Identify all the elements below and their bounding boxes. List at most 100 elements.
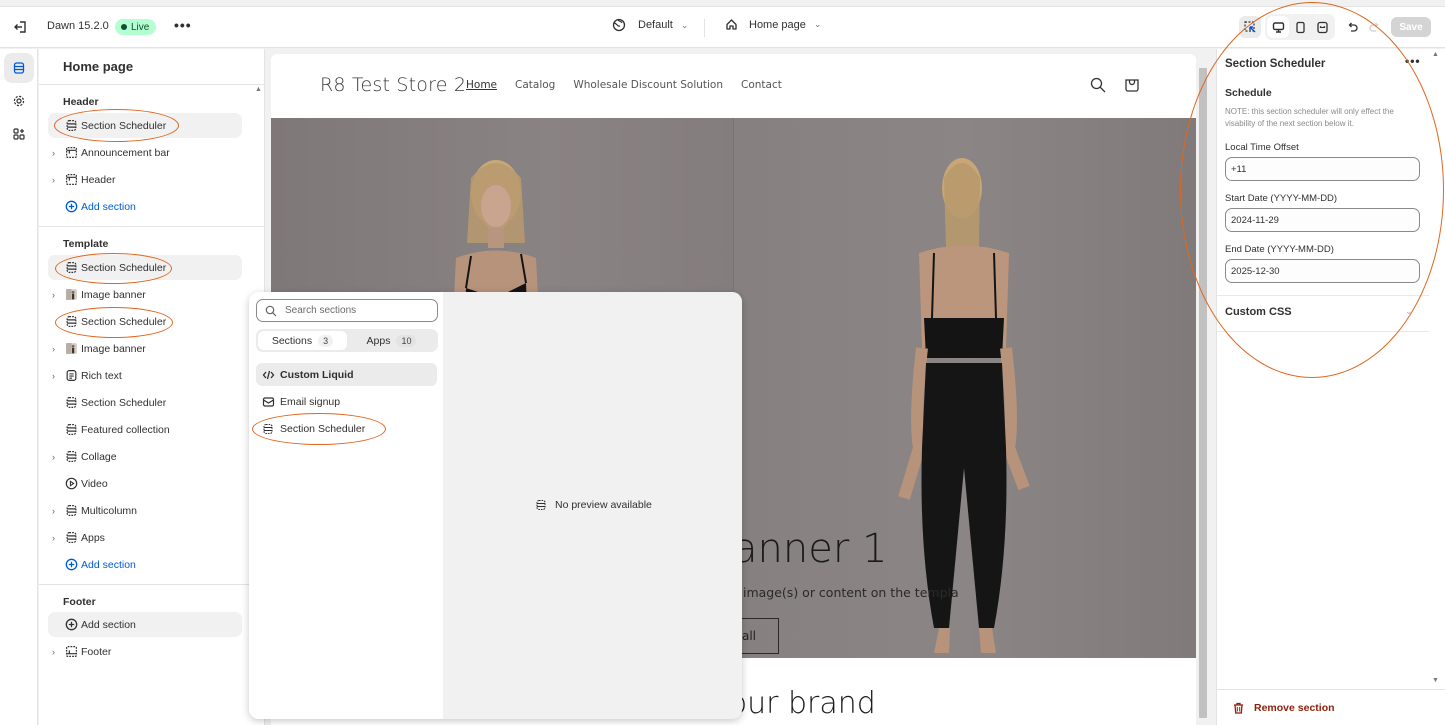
inspector-toggle-button[interactable] bbox=[1239, 16, 1261, 38]
custom-css-toggle[interactable]: Custom CSS bbox=[1225, 306, 1292, 318]
sidebar-item-label: Featured collection bbox=[81, 423, 170, 436]
local-time-offset-field[interactable] bbox=[1225, 157, 1420, 181]
start-date-field[interactable] bbox=[1225, 208, 1420, 232]
search-icon[interactable] bbox=[1089, 76, 1107, 94]
sections-icon bbox=[13, 62, 25, 74]
store-header-icons bbox=[1089, 76, 1141, 94]
sidebar-item-footer[interactable]: › Footer bbox=[48, 639, 242, 664]
image-thumbnail-icon bbox=[65, 288, 78, 301]
apps-icon bbox=[13, 128, 25, 140]
add-section-button-header[interactable]: Add section bbox=[48, 194, 242, 219]
sidebar-item-rich-text[interactable]: › Rich text bbox=[48, 363, 242, 388]
local-time-offset-label: Local Time Offset bbox=[1225, 142, 1299, 153]
exit-button[interactable] bbox=[12, 18, 30, 36]
sidebar-item-section-scheduler[interactable]: Section Scheduler bbox=[48, 390, 242, 415]
search-sections-input[interactable]: Search sections bbox=[256, 299, 438, 322]
redo-button[interactable] bbox=[1363, 16, 1385, 38]
add-section-button-template[interactable]: Add section bbox=[48, 552, 242, 577]
picker-item-label: Section Scheduler bbox=[280, 422, 366, 435]
sidebar-item-announcement-bar[interactable]: › Announcement bar bbox=[48, 140, 242, 165]
settings-scroll-down[interactable]: ▼ bbox=[1432, 677, 1439, 684]
live-dot-icon bbox=[121, 24, 127, 30]
add-section-button-footer[interactable]: Add section bbox=[48, 612, 242, 637]
picker-item-section-scheduler[interactable]: Section Scheduler bbox=[256, 417, 437, 440]
picker-tabs: Sections 3 Apps 10 bbox=[256, 329, 438, 352]
sidebar-item-label: Footer bbox=[81, 645, 112, 658]
theme-more-actions-button[interactable]: ••• bbox=[174, 17, 192, 33]
sidebar-item-section-scheduler[interactable]: Section Scheduler bbox=[48, 309, 242, 334]
chevron-right-icon[interactable]: › bbox=[52, 452, 55, 462]
sidebar-item-image-banner[interactable]: › Image banner bbox=[48, 282, 242, 307]
store-nav-wholesale[interactable]: Wholesale Discount Solution bbox=[573, 79, 723, 91]
sidebar-item-video[interactable]: Video bbox=[48, 471, 242, 496]
remove-section-button[interactable]: Remove section bbox=[1217, 689, 1445, 725]
tab-apps[interactable]: Apps 10 bbox=[347, 331, 436, 350]
sidebar-item-label: Section Scheduler bbox=[81, 396, 167, 409]
chevron-right-icon[interactable]: › bbox=[52, 371, 55, 381]
mobile-view-button[interactable] bbox=[1289, 16, 1311, 38]
model-back-image bbox=[898, 158, 1030, 653]
save-button[interactable]: Save bbox=[1391, 17, 1431, 37]
cart-icon[interactable] bbox=[1123, 76, 1141, 94]
settings-scroll-up[interactable]: ▲ bbox=[1432, 51, 1439, 58]
chevron-right-icon[interactable]: › bbox=[52, 148, 55, 158]
store-nav-home[interactable]: Home bbox=[466, 79, 497, 91]
settings-title: Section Scheduler bbox=[1225, 58, 1326, 70]
theme-selector[interactable]: Default ⌄ bbox=[612, 18, 688, 32]
add-section-picker: Search sections Sections 3 Apps 10 Custom … bbox=[249, 292, 742, 719]
divider bbox=[39, 84, 264, 85]
settings-more-button[interactable]: ••• bbox=[1405, 54, 1421, 68]
sidebar-item-label: Section Scheduler bbox=[81, 315, 167, 328]
chevron-down-icon[interactable]: ⌄ bbox=[1405, 306, 1413, 317]
sidebar-item-image-banner[interactable]: › Image banner bbox=[48, 336, 242, 361]
sidebar-item-section-scheduler[interactable]: Section Scheduler bbox=[48, 255, 242, 280]
rail-theme-settings-button[interactable] bbox=[4, 86, 34, 116]
tab-sections[interactable]: Sections 3 bbox=[258, 331, 347, 350]
end-date-field[interactable] bbox=[1225, 259, 1420, 283]
rail-apps-button[interactable] bbox=[4, 119, 34, 149]
sidebar-item-multicolumn[interactable]: › Multicolumn bbox=[48, 498, 242, 523]
plus-circle-icon bbox=[65, 618, 78, 631]
rail-sections-button[interactable] bbox=[4, 53, 34, 83]
picker-item-custom-liquid[interactable]: Custom Liquid bbox=[256, 363, 437, 386]
section-icon bbox=[65, 504, 78, 517]
page-selector[interactable]: Home page ⌄ bbox=[725, 18, 821, 31]
store-nav-contact[interactable]: Contact bbox=[741, 79, 782, 91]
inspector-icon bbox=[1244, 21, 1256, 33]
divider bbox=[39, 584, 264, 585]
no-preview-label: No preview available bbox=[555, 499, 652, 511]
desktop-view-button[interactable] bbox=[1267, 16, 1289, 38]
store-nav-catalog[interactable]: Catalog bbox=[515, 79, 555, 91]
sidebar-item-featured-collection[interactable]: Featured collection bbox=[48, 417, 242, 442]
section-icon bbox=[256, 423, 280, 435]
store-logo-text[interactable]: R8 Test Store 2 bbox=[320, 74, 466, 96]
section-icon bbox=[536, 499, 546, 511]
tab-count-badge: 3 bbox=[318, 334, 334, 347]
sidebar-item-collage[interactable]: › Collage bbox=[48, 444, 242, 469]
picker-item-email-signup[interactable]: Email signup bbox=[256, 390, 437, 413]
preview-scrollbar[interactable] bbox=[1197, 54, 1209, 725]
full-width-view-button[interactable] bbox=[1311, 16, 1333, 38]
chevron-right-icon[interactable]: › bbox=[52, 290, 55, 300]
preview-scrollbar-thumb[interactable] bbox=[1199, 68, 1207, 718]
group-label-template: Template bbox=[63, 238, 109, 250]
chevron-right-icon[interactable]: › bbox=[52, 533, 55, 543]
exit-icon bbox=[14, 21, 26, 33]
sidebar-item-section-scheduler[interactable]: Section Scheduler bbox=[48, 113, 242, 138]
full-width-icon bbox=[1316, 21, 1328, 33]
sidebar-scroll-up[interactable]: ▲ bbox=[255, 86, 262, 93]
chevron-right-icon[interactable]: › bbox=[52, 647, 55, 657]
layout-icon bbox=[65, 146, 78, 159]
search-icon bbox=[265, 305, 277, 317]
chevron-right-icon[interactable]: › bbox=[52, 344, 55, 354]
redo-icon bbox=[1368, 22, 1378, 32]
no-preview-message: No preview available bbox=[535, 499, 652, 511]
remove-section-label: Remove section bbox=[1254, 701, 1335, 714]
chevron-right-icon[interactable]: › bbox=[52, 175, 55, 185]
picker-list-pane: Search sections Sections 3 Apps 10 Custom … bbox=[249, 292, 443, 719]
chevron-right-icon[interactable]: › bbox=[52, 506, 55, 516]
sidebar-item-header[interactable]: › Header bbox=[48, 167, 242, 192]
section-icon bbox=[65, 315, 78, 328]
undo-button[interactable] bbox=[1341, 16, 1363, 38]
sidebar-item-apps[interactable]: › Apps bbox=[48, 525, 242, 550]
